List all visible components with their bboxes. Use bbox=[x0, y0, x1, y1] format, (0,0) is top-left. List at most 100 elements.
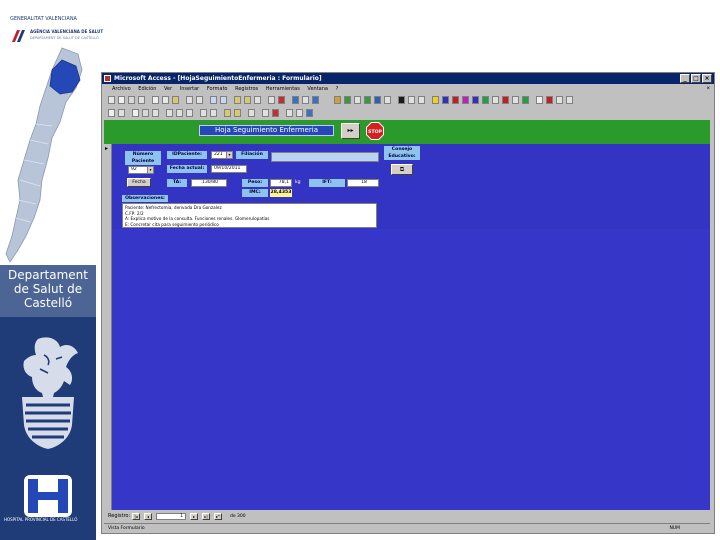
numero-paciente-combo[interactable]: 92 ▾ bbox=[128, 166, 154, 174]
new-object-2-icon[interactable] bbox=[296, 109, 303, 117]
save-icon[interactable] bbox=[118, 96, 125, 104]
last-record-button[interactable]: ▸| bbox=[202, 513, 210, 520]
undo-icon[interactable] bbox=[186, 96, 193, 104]
delete-record-icon[interactable] bbox=[278, 96, 285, 104]
design-view-icon[interactable] bbox=[118, 109, 125, 117]
current-record-field[interactable]: 1 bbox=[156, 513, 186, 520]
special-effect-icon[interactable] bbox=[482, 96, 489, 104]
apply-filter-icon[interactable] bbox=[234, 109, 241, 117]
add-record-icon[interactable] bbox=[452, 96, 459, 104]
db-window-icon[interactable] bbox=[286, 109, 293, 117]
menu-herramientas[interactable]: Herramientas bbox=[266, 86, 300, 92]
code-icon[interactable] bbox=[512, 96, 519, 104]
spell-check-icon[interactable] bbox=[152, 109, 159, 117]
highlight-icon[interactable] bbox=[432, 96, 439, 104]
find-icon[interactable] bbox=[254, 96, 261, 104]
query-icon[interactable] bbox=[354, 96, 361, 104]
menu-formato[interactable]: Formato bbox=[207, 86, 228, 92]
peso-unit: kg bbox=[295, 180, 301, 185]
menu-help[interactable]: ? bbox=[336, 86, 339, 92]
new-record-button[interactable]: ▸* bbox=[214, 513, 222, 520]
window-icon[interactable] bbox=[556, 96, 563, 104]
copy-icon[interactable] bbox=[162, 96, 169, 104]
database-window-icon[interactable] bbox=[292, 96, 299, 104]
sort-asc-icon[interactable] bbox=[210, 96, 217, 104]
menu-archivo[interactable]: Archivo bbox=[112, 86, 131, 92]
filter-selection-icon[interactable] bbox=[224, 109, 231, 117]
search-icon[interactable] bbox=[248, 109, 255, 117]
menu-insertar[interactable]: Insertar bbox=[180, 86, 199, 92]
preview-icon[interactable] bbox=[138, 96, 145, 104]
next-form-button[interactable]: ▸▸ bbox=[341, 123, 360, 139]
relationships-icon[interactable] bbox=[408, 96, 415, 104]
form-view-icon[interactable] bbox=[108, 109, 115, 117]
duplicate-icon[interactable] bbox=[176, 109, 183, 117]
chevron-down-icon[interactable]: ▾ bbox=[147, 167, 153, 173]
line-color-icon[interactable] bbox=[472, 96, 479, 104]
first-record-button[interactable]: |◂ bbox=[132, 513, 140, 520]
imc-field: 28,4353 bbox=[270, 189, 292, 197]
minimize-button[interactable]: _ bbox=[680, 74, 690, 83]
record-selector[interactable]: ▸ bbox=[104, 144, 112, 510]
observaciones-textarea[interactable]: Paciente: Nefrectomía, derivada Dra Gonz… bbox=[122, 203, 377, 228]
filiacion-field[interactable] bbox=[271, 152, 379, 162]
delete-icon[interactable] bbox=[502, 96, 509, 104]
form-body: ▸ Número Paciente 92 ▾ Fecha IDPaciente:… bbox=[104, 144, 710, 510]
menu-close-icon[interactable]: × bbox=[706, 84, 710, 94]
fecha-button[interactable]: Fecha bbox=[127, 178, 151, 187]
analyze-icon[interactable] bbox=[418, 96, 425, 104]
menu-edicion[interactable]: Edición bbox=[138, 86, 156, 92]
view-icon[interactable] bbox=[108, 96, 115, 104]
table-icon[interactable] bbox=[344, 96, 351, 104]
font-color-icon[interactable] bbox=[442, 96, 449, 104]
close-window-button[interactable]: × bbox=[702, 74, 712, 83]
save-form-icon[interactable] bbox=[132, 109, 139, 117]
goto-new-icon[interactable] bbox=[262, 109, 269, 117]
toolbar-extra-icon[interactable] bbox=[566, 96, 573, 104]
fill-color-icon[interactable] bbox=[462, 96, 469, 104]
report-icon[interactable] bbox=[374, 96, 381, 104]
clipboard-icon[interactable] bbox=[186, 109, 193, 117]
window-titlebar[interactable]: Microsoft Access - [HojaSeguimientoEnfer… bbox=[102, 73, 714, 84]
cut-icon[interactable] bbox=[152, 96, 159, 104]
office-assistant-icon[interactable] bbox=[306, 109, 313, 117]
menu-ventana[interactable]: Ventana bbox=[307, 86, 328, 92]
chevron-down-icon[interactable]: ▾ bbox=[226, 152, 232, 158]
org-name-line2: AGÈNCIA VALENCIANA DE SALUT bbox=[30, 29, 104, 34]
ta-field[interactable]: 130/80 bbox=[191, 179, 227, 187]
build-icon[interactable] bbox=[522, 96, 529, 104]
record-count: de 300 bbox=[230, 514, 246, 519]
remove-record-icon[interactable] bbox=[272, 109, 279, 117]
office-links-icon[interactable] bbox=[536, 96, 543, 104]
id-paciente-combo[interactable]: 221 ▾ bbox=[211, 151, 233, 159]
maximize-button[interactable]: □ bbox=[691, 74, 701, 83]
print-icon[interactable] bbox=[128, 96, 135, 104]
filter-form-icon[interactable] bbox=[244, 96, 251, 104]
consejo-educativo-button[interactable]: ⧉ bbox=[391, 164, 413, 175]
menu-registros[interactable]: Registros bbox=[235, 86, 258, 92]
sort-a-z-icon[interactable] bbox=[200, 109, 207, 117]
filter-icon[interactable] bbox=[234, 96, 241, 104]
sort-z-a-icon[interactable] bbox=[210, 109, 217, 117]
help-icon[interactable] bbox=[312, 96, 319, 104]
new-record-icon[interactable] bbox=[268, 96, 275, 104]
ift-field[interactable]: 18 bbox=[347, 179, 379, 187]
fecha-actual-field[interactable]: 09/10/2011 bbox=[211, 165, 247, 173]
sort-desc-icon[interactable] bbox=[220, 96, 227, 104]
properties-icon[interactable] bbox=[492, 96, 499, 104]
macro-icon[interactable] bbox=[384, 96, 391, 104]
module-icon[interactable] bbox=[398, 96, 405, 104]
print-form-icon[interactable] bbox=[142, 109, 149, 117]
insert-hyperlink-icon[interactable] bbox=[196, 96, 203, 104]
previous-record-button[interactable]: ◂ bbox=[144, 513, 152, 520]
peso-field[interactable]: 78,1 bbox=[270, 179, 292, 187]
form-icon[interactable] bbox=[364, 96, 371, 104]
next-record-button[interactable]: ▸ bbox=[190, 513, 198, 520]
stop-sign-icon[interactable]: STOP bbox=[366, 122, 384, 140]
paste-icon[interactable] bbox=[172, 96, 179, 104]
chart-icon[interactable] bbox=[334, 96, 341, 104]
scissors-icon[interactable] bbox=[166, 109, 173, 117]
new-object-icon[interactable] bbox=[302, 96, 309, 104]
menu-ver[interactable]: Ver bbox=[164, 86, 172, 92]
stop-record-icon[interactable] bbox=[546, 96, 553, 104]
